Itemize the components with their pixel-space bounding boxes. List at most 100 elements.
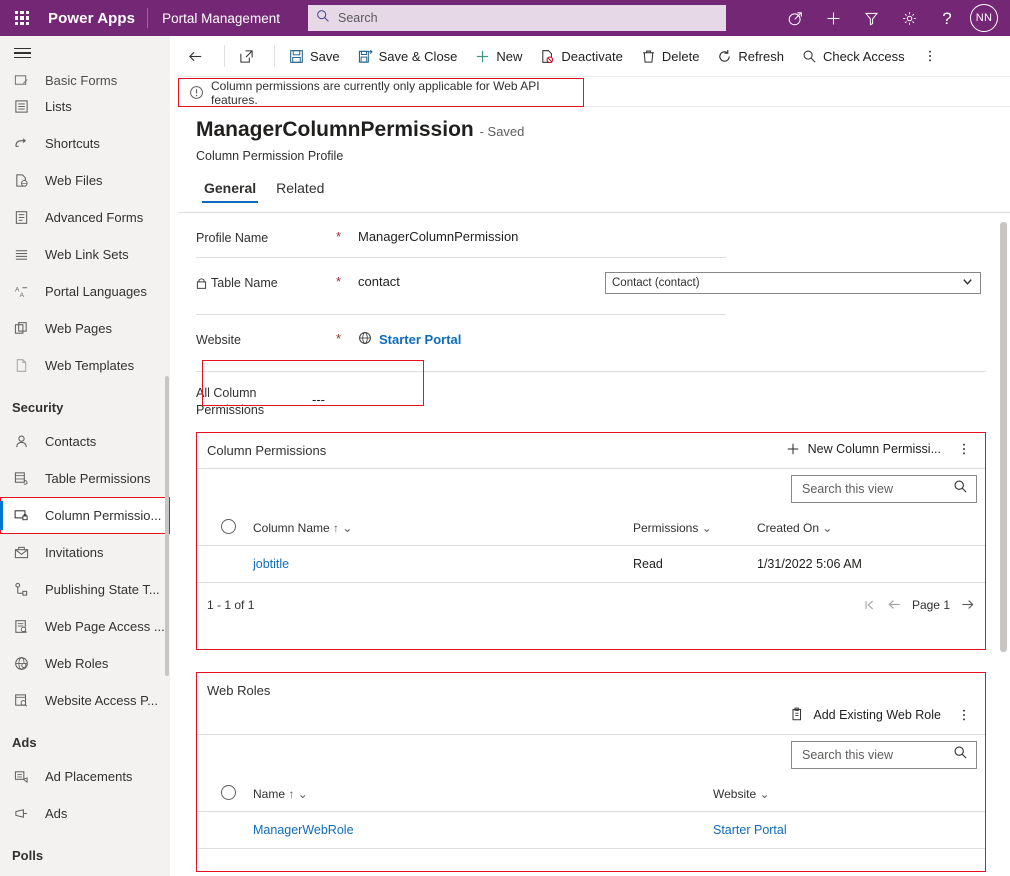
refresh-icon [717,49,732,64]
add-existing-web-role-button[interactable]: Add Existing Web Role [784,703,947,726]
column-permissions-more-button[interactable] [951,438,977,460]
search-icon[interactable] [953,479,968,499]
sidebar-item-invitations[interactable]: Invitations [0,534,170,571]
deactivate-button[interactable]: Deactivate [531,36,631,77]
table-permission-icon [14,471,36,486]
previous-page-button[interactable] [887,597,902,612]
web-roles-search[interactable] [791,741,977,769]
sidebar-item-website-access-permissions[interactable]: Website Access P... [0,682,170,719]
sidebar-item-web-templates[interactable]: Web Templates [0,347,170,384]
column-header-permissions[interactable]: Permissions ⌄ [633,511,757,546]
avatar[interactable]: NN [970,4,998,32]
sidebar-item-web-link-sets[interactable]: Web Link Sets [0,236,170,273]
save-and-close-button[interactable]: Save & Close [349,36,467,77]
sidebar-item-contacts[interactable]: Contacts [0,423,170,460]
new-column-permission-button[interactable]: New Column Permissi... [780,438,947,460]
sidebar-item-publishing-state-transitions[interactable]: Publishing State T... [0,571,170,608]
sidebar-item-column-permissions[interactable]: Column Permissio... [0,497,170,534]
first-page-button[interactable] [863,598,877,612]
plus-icon[interactable] [814,0,852,36]
sidebar-item-ads[interactable]: Ads [0,795,170,832]
table-name-label: Table Name [196,258,336,292]
table-name-lookup[interactable]: Contact (contact) [605,272,981,294]
table-header-row: Name ↑ ⌄ Website ⌄ [197,777,985,812]
web-role-website-link[interactable]: Starter Portal [713,823,787,837]
website-link-text[interactable]: Starter Portal [379,332,461,347]
chevron-down-icon[interactable]: ⌄ [298,787,308,801]
website-value[interactable]: Starter Portal [358,315,986,348]
chevron-down-icon[interactable]: ⌄ [702,521,712,535]
chevron-down-icon[interactable] [961,275,974,291]
sidebar-item-web-files[interactable]: Web Files [0,162,170,199]
row-select-cell[interactable] [197,545,253,583]
column-permissions-search-input[interactable] [800,481,953,497]
sidebar-item-web-roles[interactable]: Web Roles [0,645,170,682]
column-header-created-on[interactable]: Created On ⌄ [757,511,985,546]
select-all-header[interactable] [197,511,253,546]
tab-general[interactable]: General [194,174,266,203]
command-divider [224,45,225,67]
sidebar-item-ad-placements[interactable]: Ad Placements [0,758,170,795]
save-button[interactable]: Save [280,36,349,77]
main-content-scrollbar[interactable] [1000,222,1007,652]
row-select-cell[interactable] [197,811,253,849]
global-search-box[interactable] [308,5,726,31]
column-permissions-subgrid-commands: New Column Permissi... [780,438,977,460]
refresh-button[interactable]: Refresh [708,36,793,77]
app-name[interactable]: Portal Management [148,11,294,26]
chevron-down-icon[interactable]: ⌄ [342,521,352,535]
delete-button[interactable]: Delete [632,36,709,77]
check-access-button[interactable]: Check Access [793,36,914,77]
sidebar-scrollbar[interactable] [165,376,169,676]
web-role-name-link[interactable]: ManagerWebRole [253,823,354,837]
column-header-website[interactable]: Website ⌄ [713,777,985,812]
sidebar-item-advanced-forms[interactable]: Advanced Forms [0,199,170,236]
tab-related[interactable]: Related [266,174,334,203]
gear-icon[interactable] [890,0,928,36]
sidebar-collapse-button[interactable] [0,36,170,70]
trash-icon [641,49,656,64]
cell-website[interactable]: Starter Portal [713,811,985,849]
chevron-down-icon[interactable]: ⌄ [759,787,769,801]
sidebar-item-web-page-access-rules[interactable]: Web Page Access ... [0,608,170,645]
back-button[interactable] [178,36,219,77]
sidebar-item-shortcuts[interactable]: Shortcuts [0,125,170,162]
sidebar-item-table-permissions[interactable]: Table Permissions [0,460,170,497]
environment-icon[interactable] [776,0,814,36]
sidebar-item-lists[interactable]: Lists [0,88,170,125]
sidebar-item-poll-placements[interactable]: Poll Placements [0,871,170,876]
table-row[interactable]: jobtitle Read 1/31/2022 5:06 AM [197,545,985,583]
profile-name-value[interactable]: ManagerColumnPermission [358,213,986,244]
command-overflow-button[interactable] [914,36,946,77]
filter-icon[interactable] [852,0,890,36]
sidebar-item-portal-languages[interactable]: AA Portal Languages [0,273,170,310]
cell-column-name[interactable]: jobtitle [253,545,633,583]
column-name-link[interactable]: jobtitle [253,557,289,571]
web-roles-search-input[interactable] [800,747,953,763]
search-icon[interactable] [953,745,968,765]
next-page-button[interactable] [960,597,975,612]
sort-ascending-icon: ↑ [288,787,295,801]
global-search-input[interactable] [336,10,718,26]
select-all-header[interactable] [197,777,253,812]
brand-title[interactable]: Power Apps [44,10,147,27]
sidebar-item-label: Basic Forms [45,73,118,88]
cell-name[interactable]: ManagerWebRole [253,811,713,849]
open-new-window-button[interactable] [230,36,269,77]
column-header-column-name[interactable]: Column Name ↑ ⌄ [253,511,633,546]
select-all-radio[interactable] [221,785,236,800]
table-row[interactable]: ManagerWebRole Starter Portal [197,811,985,849]
page-title: ManagerColumnPermission - Saved [196,118,524,142]
new-button[interactable]: New [466,36,531,77]
web-roles-more-button[interactable] [951,704,977,726]
help-icon[interactable]: ? [928,0,966,36]
sidebar-item-basic-forms[interactable]: Basic Forms [0,70,170,88]
column-permissions-search[interactable] [791,475,977,503]
save-label: Save [310,48,340,64]
web-role-icon [14,656,36,671]
column-header-name[interactable]: Name ↑ ⌄ [253,777,713,812]
app-launcher-icon[interactable] [0,0,44,36]
select-all-radio[interactable] [221,519,236,534]
chevron-down-icon[interactable]: ⌄ [822,521,832,535]
sidebar-item-web-pages[interactable]: Web Pages [0,310,170,347]
